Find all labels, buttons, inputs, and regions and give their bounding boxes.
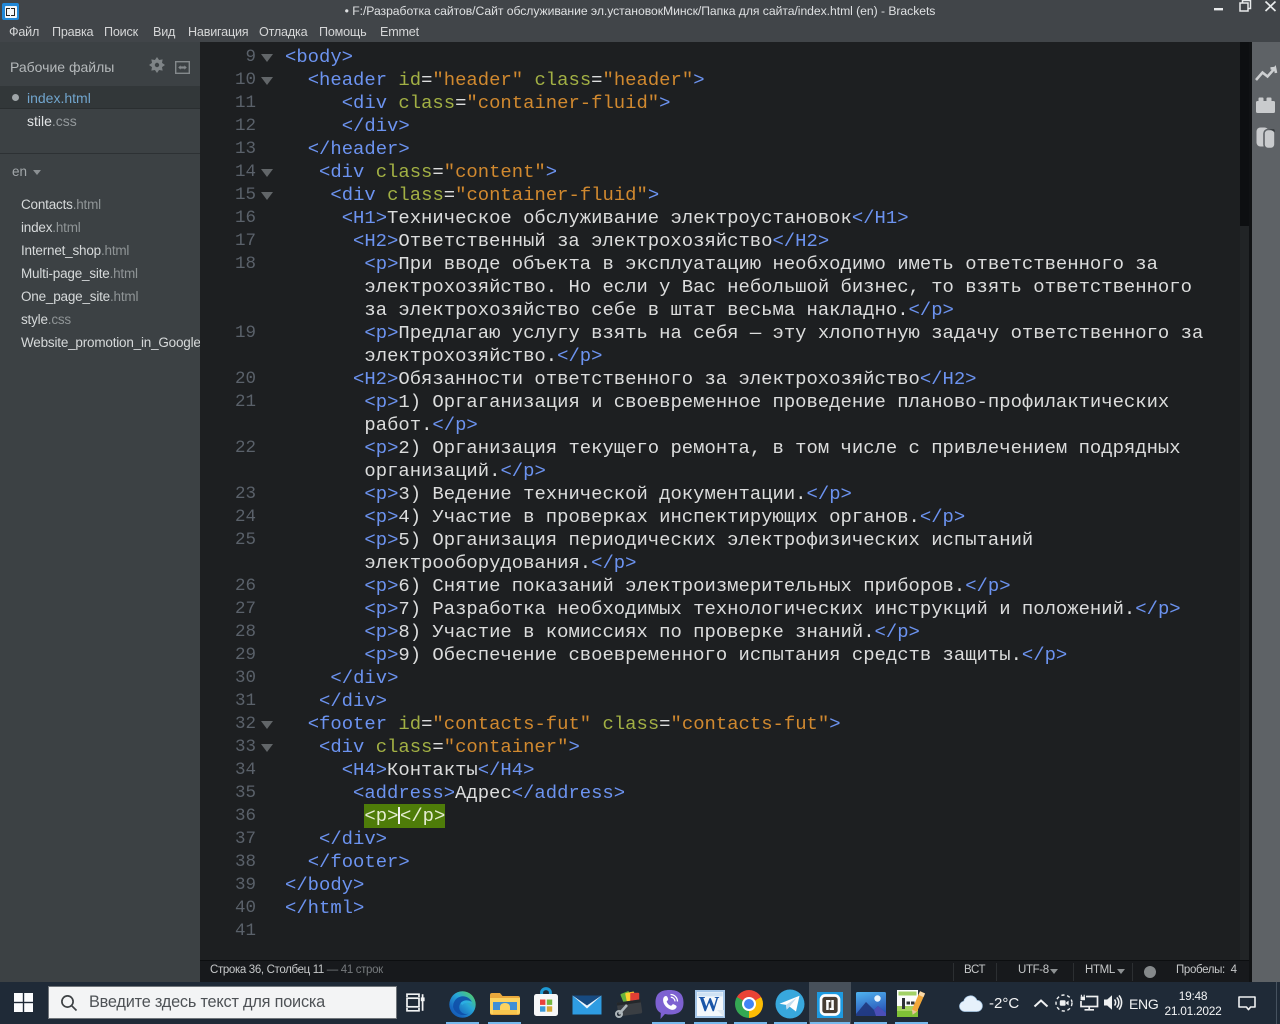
svg-text:W: W: [699, 992, 720, 1016]
